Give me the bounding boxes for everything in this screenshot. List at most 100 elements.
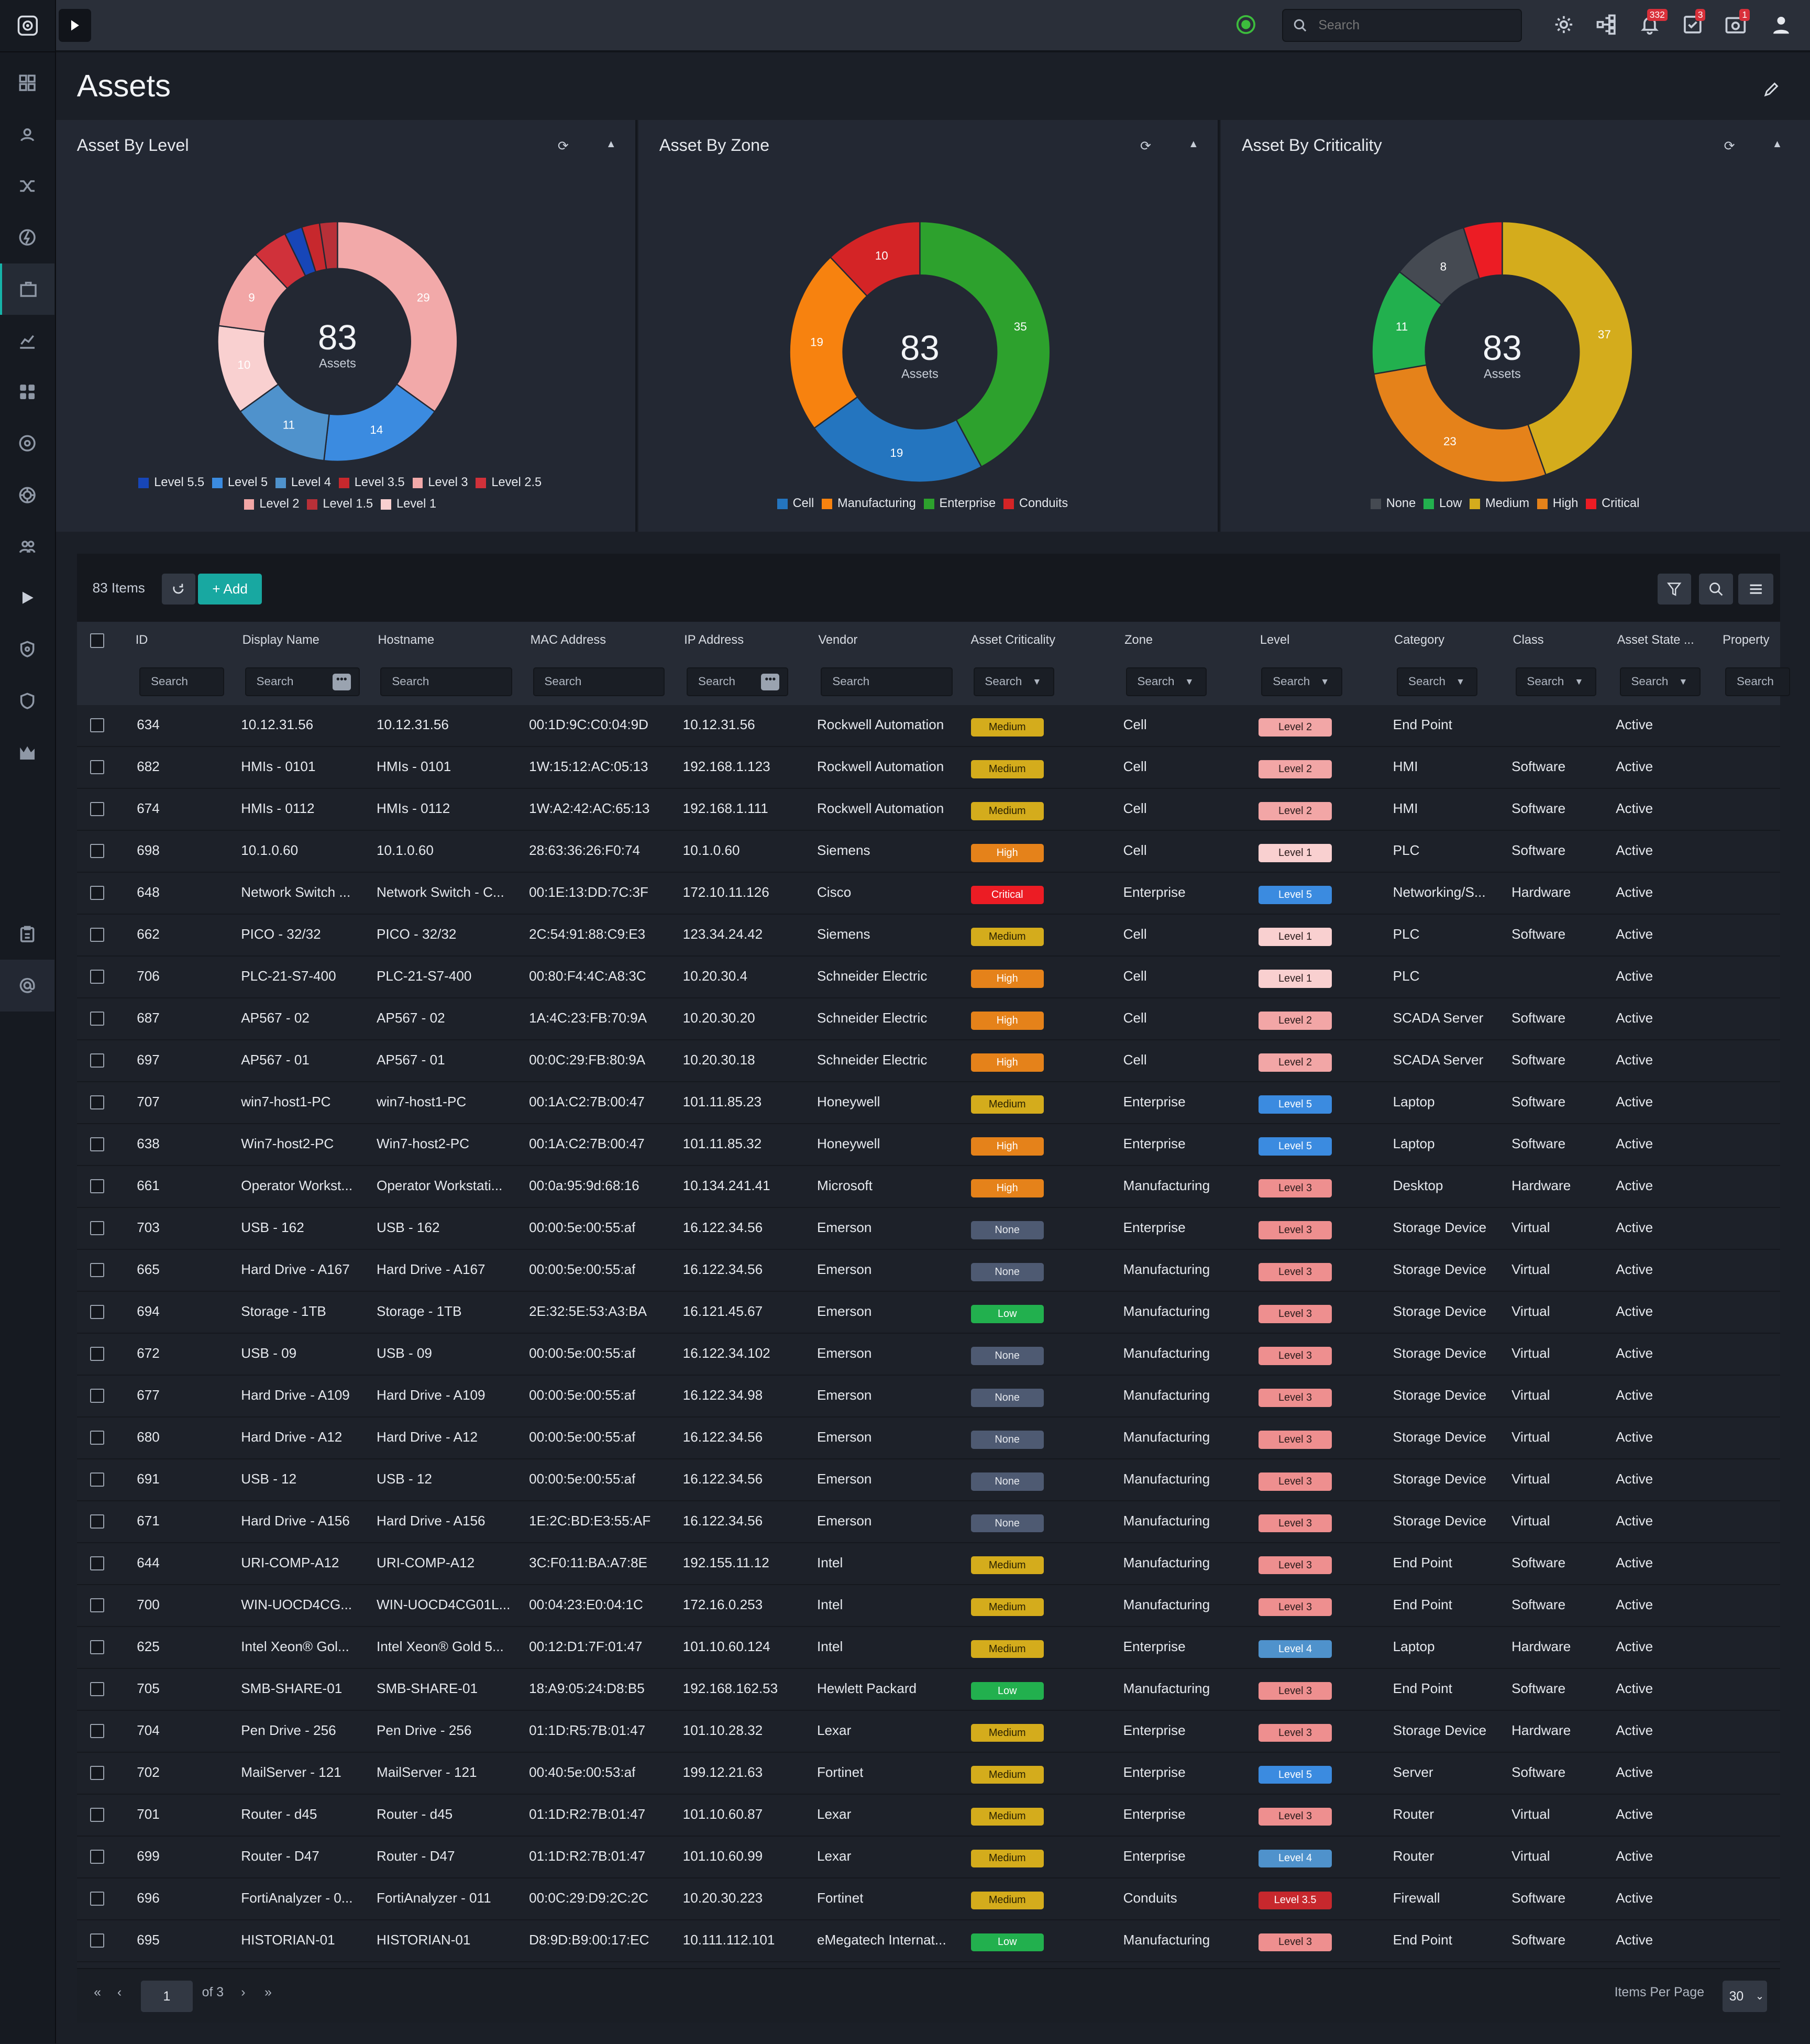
more-options-icon[interactable]: ••• — [761, 673, 780, 691]
column-filter-input[interactable]: Search ▼ — [1515, 667, 1596, 696]
table-row[interactable]: 702 MailServer - 121 MailServer - 121 00:40… — [76, 1752, 1780, 1795]
column-header[interactable]: Category — [1394, 633, 1444, 647]
first-page-icon[interactable]: « — [94, 1985, 101, 2000]
columns-menu-button[interactable] — [1738, 573, 1774, 605]
table-row[interactable]: 701 Router - d45 Router - d45 01:1D:R2:7B:0… — [76, 1794, 1780, 1837]
column-header[interactable]: Property — [1723, 633, 1769, 647]
column-header[interactable]: Level — [1260, 633, 1289, 647]
column-filter-input[interactable]: Search — [380, 667, 512, 696]
table-row[interactable]: 648 Network Switch ... Network Switch - C.… — [76, 872, 1780, 915]
settings-gear-icon[interactable] — [1553, 14, 1574, 35]
sidebar-shield-icon[interactable] — [0, 623, 54, 675]
row-checkbox[interactable] — [90, 1765, 105, 1780]
table-row[interactable]: 671 Hard Drive - A156 Hard Drive - A156 1E:… — [76, 1501, 1780, 1543]
row-checkbox[interactable] — [90, 1179, 105, 1194]
table-row[interactable]: 694 Storage - 1TB Storage - 1TB 2E:32:5E:53… — [76, 1291, 1780, 1334]
table-row[interactable]: 634 10.12.31.56 10.12.31.56 00:1D:9C:C0:04:… — [76, 705, 1780, 747]
donut-slice[interactable] — [1373, 364, 1547, 483]
legend-item[interactable]: Level 4 — [275, 473, 331, 492]
legend-item[interactable]: Level 1.5 — [307, 494, 373, 514]
column-filter-input[interactable]: Search ••• — [245, 667, 360, 696]
last-page-icon[interactable]: » — [264, 1985, 272, 2000]
table-row[interactable]: 700 WIN-UOCD4CG... WIN-UOCD4CG01L... 00:04:… — [76, 1585, 1780, 1627]
sidebar-playbooks-icon[interactable] — [0, 572, 54, 623]
select-all-checkbox[interactable] — [90, 633, 105, 648]
next-page-icon[interactable]: › — [241, 1985, 245, 2000]
sidebar-toggle-icon[interactable] — [58, 9, 92, 42]
column-header[interactable]: Vendor — [818, 633, 857, 647]
column-header[interactable]: Hostname — [378, 633, 435, 647]
row-checkbox[interactable] — [90, 1430, 105, 1445]
column-filter-input[interactable]: Search ••• — [687, 667, 789, 696]
row-checkbox[interactable] — [90, 1556, 105, 1571]
page-input[interactable]: 1 — [140, 1981, 193, 2012]
column-header[interactable]: Display Name — [242, 633, 319, 647]
sidebar-dashboard-icon[interactable] — [0, 57, 54, 108]
row-checkbox[interactable] — [90, 718, 105, 733]
row-checkbox[interactable] — [90, 1053, 105, 1068]
row-checkbox[interactable] — [90, 1221, 105, 1236]
sidebar-at-icon[interactable] — [0, 960, 55, 1012]
legend-item[interactable]: Level 2 — [244, 494, 300, 514]
sidebar-apps-icon[interactable] — [0, 366, 54, 417]
refresh-button[interactable] — [161, 573, 196, 605]
sidebar-reports-icon[interactable] — [0, 727, 54, 778]
row-checkbox[interactable] — [90, 969, 105, 984]
row-checkbox[interactable] — [90, 885, 105, 900]
table-row[interactable]: 698 10.1.0.60 10.1.0.60 28:63:36:26:F0:74 10… — [76, 830, 1780, 873]
column-filter-input[interactable]: Search ▼ — [1261, 667, 1342, 696]
table-row[interactable]: 638 Win7-host2-PC Win7-host2-PC 00:1A:C2:7B… — [76, 1124, 1780, 1166]
row-checkbox[interactable] — [90, 1933, 105, 1948]
sidebar-incidents-icon[interactable] — [0, 109, 54, 160]
row-checkbox[interactable] — [90, 927, 105, 942]
column-header[interactable]: MAC Address — [531, 633, 606, 647]
table-row[interactable]: 695 HISTORIAN-01 HISTORIAN-01 D8:9D:B9:00:1… — [76, 1920, 1780, 1962]
table-row[interactable]: 707 win7-host1-PC win7-host1-PC 00:1A:C2:7B… — [76, 1082, 1780, 1124]
column-filter-input[interactable]: Search ▼ — [1125, 667, 1207, 696]
table-row[interactable]: 644 URI-COMP-A12 URI-COMP-A12 3C:F0:11:BA:A… — [76, 1543, 1780, 1585]
legend-item[interactable]: Enterprise — [923, 494, 996, 513]
legend-item[interactable]: None — [1370, 494, 1416, 513]
sidebar-threat-icon[interactable] — [0, 417, 54, 469]
row-checkbox[interactable] — [90, 1640, 105, 1654]
sidebar-security-icon[interactable] — [0, 675, 54, 727]
table-row[interactable]: 662 PICO - 32/32 PICO - 32/32 2C:54:91:88:C… — [76, 914, 1780, 957]
tasks-icon[interactable]: 3 — [1682, 9, 1706, 35]
row-checkbox[interactable] — [90, 1598, 105, 1612]
row-checkbox[interactable] — [90, 1849, 105, 1864]
row-checkbox[interactable] — [90, 1472, 105, 1487]
row-checkbox[interactable] — [90, 760, 105, 775]
table-row[interactable]: 696 FortiAnalyzer - 0... FortiAnalyzer - 0… — [76, 1878, 1780, 1920]
app-logo[interactable] — [0, 0, 55, 52]
prev-page-icon[interactable]: ‹ — [117, 1985, 122, 2000]
row-checkbox[interactable] — [90, 1514, 105, 1529]
sidebar-users-icon[interactable] — [0, 521, 54, 572]
legend-item[interactable]: Critical — [1586, 494, 1639, 513]
legend-item[interactable]: Manufacturing — [822, 494, 916, 513]
legend-item[interactable]: Low — [1423, 494, 1462, 513]
search-button[interactable] — [1699, 573, 1734, 605]
hierarchy-icon[interactable] — [1596, 14, 1617, 35]
legend-item[interactable]: Medium — [1470, 494, 1529, 513]
status-icon[interactable] — [1235, 14, 1256, 35]
user-avatar-icon[interactable] — [1771, 14, 1792, 35]
row-checkbox[interactable] — [90, 1095, 105, 1110]
table-row[interactable]: 661 Operator Workst... Operator Workstati.… — [76, 1166, 1780, 1208]
column-filter-input[interactable]: Search ▼ — [973, 667, 1054, 696]
column-header[interactable]: Asset State ... — [1617, 633, 1694, 647]
row-checkbox[interactable] — [90, 1011, 105, 1026]
edit-pencil-icon[interactable] — [1763, 80, 1779, 103]
legend-item[interactable]: Level 5.5 — [138, 473, 204, 492]
table-row[interactable]: 625 Intel Xeon® Gol... Intel Xeon® Gold 5.… — [76, 1627, 1780, 1669]
donut-slice[interactable] — [337, 221, 458, 413]
table-row[interactable]: 706 PLC-21-S7-400 PLC-21-S7-400 00:80:F4:4C… — [76, 956, 1780, 998]
table-row[interactable]: 677 Hard Drive - A109 Hard Drive - A109 00:… — [76, 1375, 1780, 1417]
legend-item[interactable]: Level 5 — [212, 473, 268, 492]
sidebar-automation-icon[interactable] — [0, 212, 54, 263]
legend-item[interactable]: Level 1 — [381, 494, 436, 514]
legend-item[interactable]: High — [1537, 494, 1578, 513]
table-row[interactable]: 672 USB - 09 USB - 09 00:00:5e:00:55:af 16.1… — [76, 1333, 1780, 1376]
column-filter-input[interactable]: Search — [139, 667, 224, 696]
row-checkbox[interactable] — [90, 1891, 105, 1906]
filter-button[interactable] — [1657, 573, 1692, 605]
